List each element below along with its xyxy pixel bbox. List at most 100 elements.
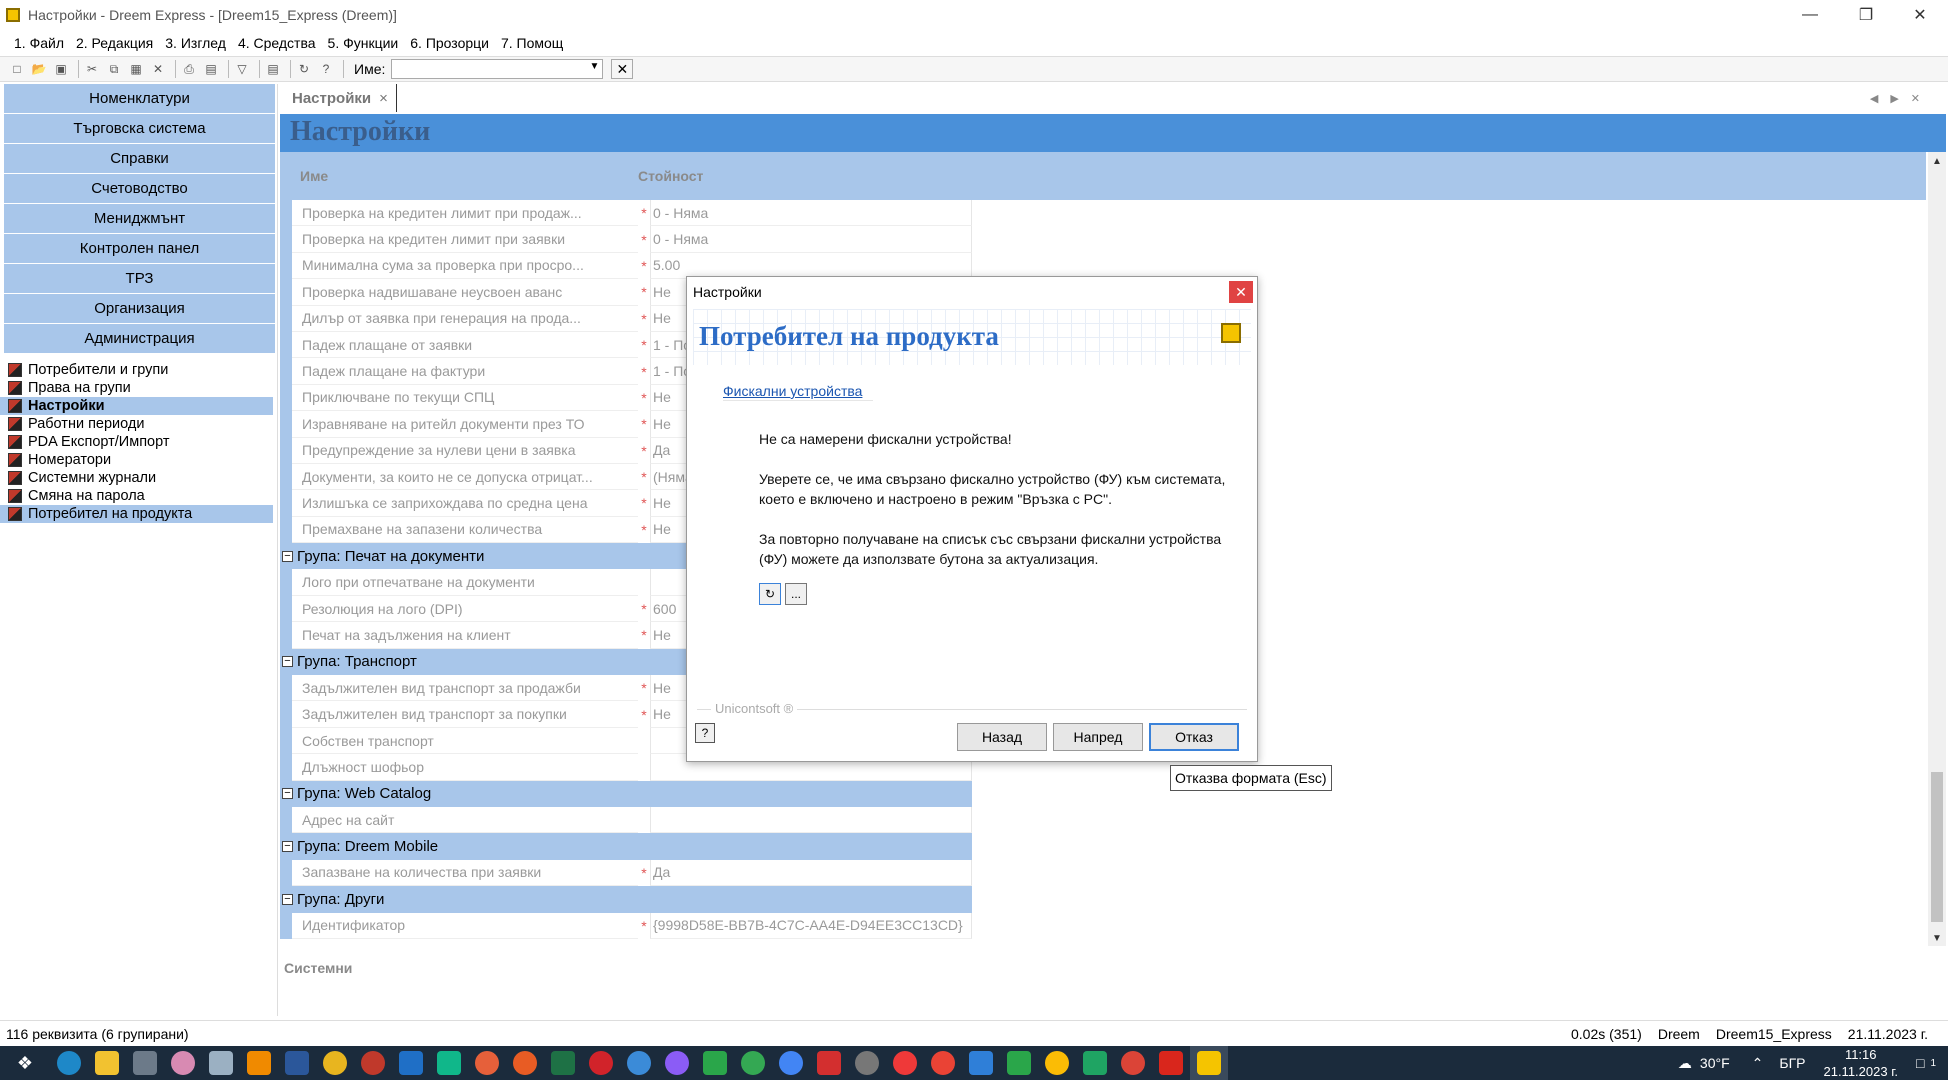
- sidebar-item-change-password[interactable]: Смяна на парола: [0, 487, 273, 505]
- collapse-icon[interactable]: −: [282, 841, 293, 853]
- collapse-icon[interactable]: −: [282, 550, 293, 562]
- chrome-icon[interactable]: [316, 1046, 354, 1080]
- opera-icon[interactable]: [582, 1046, 620, 1080]
- grid-group-row[interactable]: − Група: Web Catalog: [280, 780, 972, 807]
- close-icon[interactable]: ✕: [1229, 281, 1253, 303]
- grid-row[interactable]: Проверка на кредитен лимит при продаж...…: [280, 200, 972, 227]
- grid-row[interactable]: Запазване на количества при заявки * Да: [280, 859, 972, 887]
- edge-icon[interactable]: [50, 1046, 88, 1080]
- weather-temp[interactable]: 30°F: [1700, 1055, 1730, 1071]
- sidebar-category-management[interactable]: Мениджмънт: [4, 204, 275, 233]
- menu-help[interactable]: 7. Помощ: [501, 35, 563, 51]
- sidebar-category-payroll[interactable]: ТРЗ: [4, 264, 275, 293]
- minimize-icon[interactable]: —: [1782, 0, 1838, 30]
- sidebar-item-group-rights[interactable]: Права на групи: [0, 379, 273, 397]
- search-app-icon[interactable]: [506, 1046, 544, 1080]
- sidebar-category-administration[interactable]: Администрация: [4, 324, 275, 353]
- clock[interactable]: 11:16 21.11.2023 г.: [1823, 1046, 1897, 1080]
- menu-file[interactable]: 1. Файл: [14, 35, 64, 51]
- app-green-icon[interactable]: [430, 1046, 468, 1080]
- record-icon[interactable]: [354, 1046, 392, 1080]
- excel-icon[interactable]: [544, 1046, 582, 1080]
- sidebar-category-control-panel[interactable]: Контролен панел: [4, 234, 275, 263]
- scroll-up-icon[interactable]: ▲: [1932, 156, 1942, 167]
- menu-functions[interactable]: 5. Функции: [328, 35, 399, 51]
- menu-view[interactable]: 3. Изглед: [165, 35, 226, 51]
- tab-nav-icons[interactable]: ◀▶✕: [1870, 92, 1932, 105]
- chrome-icon-6[interactable]: [1114, 1046, 1152, 1080]
- notification-icon[interactable]: □: [1916, 1055, 1924, 1071]
- save-icon[interactable]: ▣: [52, 60, 70, 78]
- weather-icon[interactable]: ☁: [1678, 1055, 1692, 1072]
- setting-value[interactable]: Да: [650, 859, 972, 887]
- setting-value[interactable]: 0 - Няма: [650, 200, 972, 227]
- app-chat-icon[interactable]: [696, 1046, 734, 1080]
- sidebar-category-organization[interactable]: Организация: [4, 294, 275, 323]
- chrome-icon-2[interactable]: [734, 1046, 772, 1080]
- menu-tools[interactable]: 4. Средства: [238, 35, 316, 51]
- scroll-thumb[interactable]: [1931, 772, 1943, 922]
- setting-value[interactable]: [650, 806, 972, 834]
- app-green2-icon[interactable]: [1000, 1046, 1038, 1080]
- sidebar-item-pda[interactable]: PDA Експорт/Импорт: [0, 433, 273, 451]
- vivaldi-icon[interactable]: [886, 1046, 924, 1080]
- setting-value[interactable]: 0 - Няма: [650, 226, 972, 253]
- restore-icon[interactable]: ❐: [1838, 0, 1894, 30]
- paint-icon[interactable]: [164, 1046, 202, 1080]
- fiscal-devices-link[interactable]: Фискални устройства: [723, 383, 862, 399]
- drive-icon[interactable]: [1076, 1046, 1114, 1080]
- messenger-icon[interactable]: [658, 1046, 696, 1080]
- language-indicator[interactable]: БГР: [1779, 1055, 1805, 1071]
- collapse-icon[interactable]: −: [282, 788, 293, 800]
- grid-group-row[interactable]: − Група: Други: [280, 886, 972, 913]
- cut-icon[interactable]: ✂: [83, 60, 101, 78]
- sidebar-item-numerators[interactable]: Номератори: [0, 451, 273, 469]
- app-circle-icon[interactable]: [620, 1046, 658, 1080]
- sidebar-item-product-user[interactable]: Потребител на продукта: [0, 505, 273, 523]
- scroll-down-icon[interactable]: ▼: [1932, 933, 1942, 944]
- setting-value[interactable]: {9998D58E-BB7B-4C7C-AA4E-D94EE3CC13CD}: [650, 912, 972, 939]
- filter-icon[interactable]: ▽: [233, 60, 251, 78]
- sidebar-item-settings[interactable]: Настройки: [0, 397, 273, 415]
- column-value-header[interactable]: Стойност: [638, 168, 703, 184]
- sidebar-item-users-groups[interactable]: Потребители и групи: [0, 361, 273, 379]
- paste-icon[interactable]: ▦: [127, 60, 145, 78]
- refresh-icon[interactable]: ↻: [295, 60, 313, 78]
- sidebar-category-nomenclatures[interactable]: Номенклатури: [4, 84, 275, 113]
- window-icon[interactable]: ▤: [264, 60, 282, 78]
- sidebar-category-reports[interactable]: Справки: [4, 144, 275, 173]
- sidebar-category-trade[interactable]: Търговска система: [4, 114, 275, 143]
- refresh-devices-button[interactable]: ↻: [759, 583, 781, 605]
- chrome-icon-5[interactable]: [1038, 1046, 1076, 1080]
- chrome-icon-4[interactable]: [924, 1046, 962, 1080]
- print-icon[interactable]: ⎙: [180, 60, 198, 78]
- firefox-icon[interactable]: [468, 1046, 506, 1080]
- sidebar-category-accounting[interactable]: Счетоводство: [4, 174, 275, 203]
- app-red-icon[interactable]: [810, 1046, 848, 1080]
- menu-windows[interactable]: 6. Прозорци: [410, 35, 489, 51]
- tool-icon[interactable]: [202, 1046, 240, 1080]
- grid-group-row[interactable]: − Група: Dreem Mobile: [280, 833, 972, 860]
- calculator-icon[interactable]: [126, 1046, 164, 1080]
- copy-icon[interactable]: ⧉: [105, 60, 123, 78]
- grid-row[interactable]: Идентификатор * {9998D58E-BB7B-4C7C-AA4E-D…: [280, 912, 972, 939]
- tab-settings[interactable]: Настройки ×: [280, 84, 397, 112]
- acrobat-icon[interactable]: [1152, 1046, 1190, 1080]
- column-name-header[interactable]: Име: [300, 168, 328, 184]
- vertical-scrollbar[interactable]: ▲ ▼: [1928, 152, 1946, 946]
- dialog-help-button[interactable]: ?: [695, 723, 715, 743]
- grid-row[interactable]: Адрес на сайт: [280, 806, 972, 834]
- chevron-up-icon[interactable]: ⌃: [1752, 1055, 1764, 1072]
- sidebar-item-system-logs[interactable]: Системни журнали: [0, 469, 273, 487]
- clear-name-button[interactable]: ✕: [611, 59, 634, 79]
- close-icon[interactable]: ✕: [1892, 0, 1948, 30]
- preview-icon[interactable]: ▤: [202, 60, 220, 78]
- file-explorer-icon[interactable]: [88, 1046, 126, 1080]
- windows-start-icon[interactable]: ❖: [0, 1046, 50, 1080]
- collapse-icon[interactable]: −: [282, 656, 293, 668]
- close-icon[interactable]: ×: [379, 90, 388, 107]
- collapse-icon[interactable]: −: [282, 893, 293, 905]
- settings-icon[interactable]: [848, 1046, 886, 1080]
- app-blue-icon[interactable]: [392, 1046, 430, 1080]
- open-icon[interactable]: 📂: [30, 60, 48, 78]
